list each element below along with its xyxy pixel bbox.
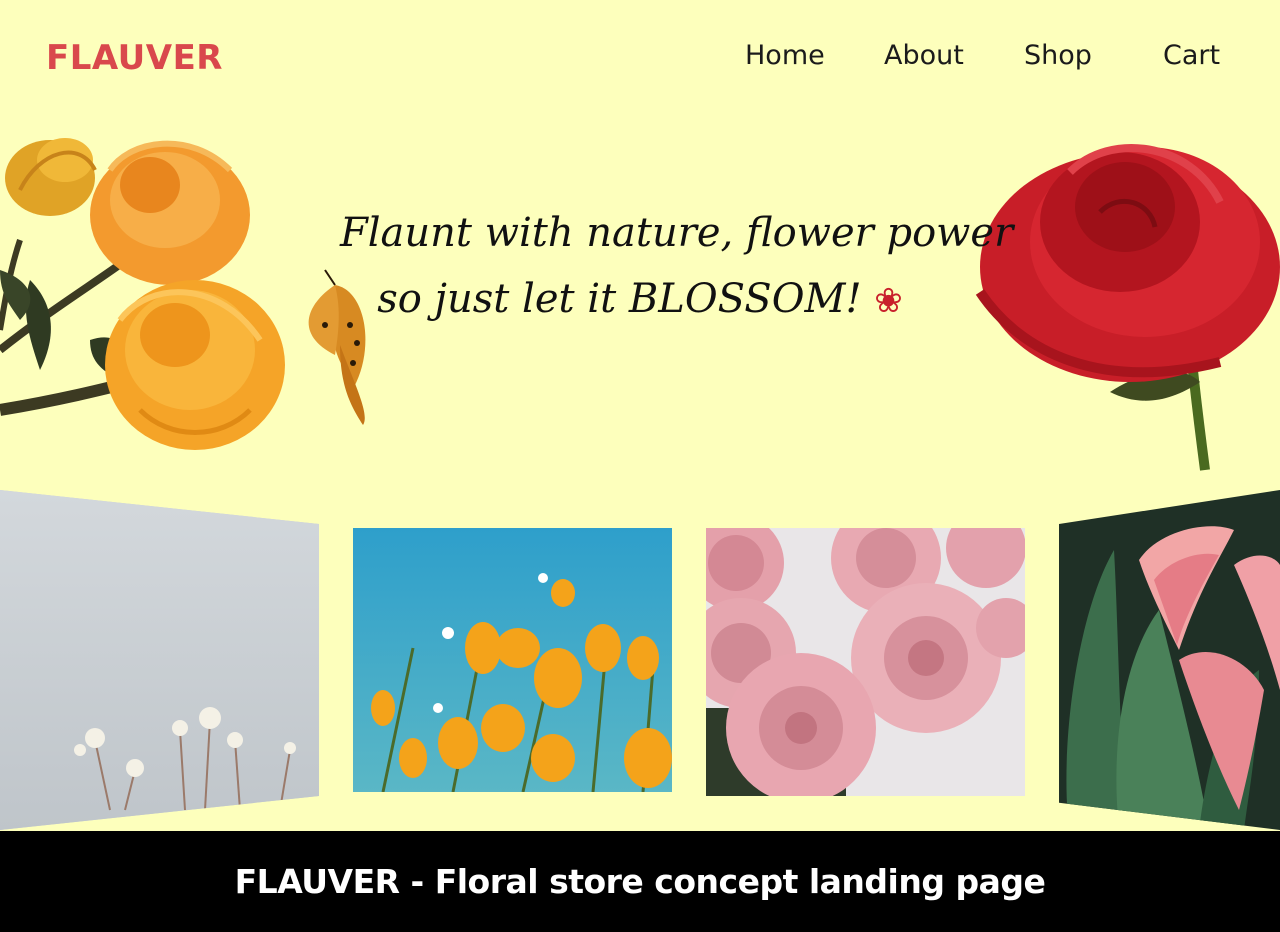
tagline-line-1: Flaunt with nature, flower power <box>340 210 1014 256</box>
caption-bar: FLAUVER - Floral store concept landing p… <box>0 831 1280 932</box>
rose-bud-icon: ❀ <box>874 281 903 321</box>
nav-shop-link[interactable]: Shop <box>1024 40 1092 71</box>
tagline-line-2: so just let it BLOSSOM! <box>377 276 862 322</box>
hero-tagline: Flaunt with nature, flower power so just… <box>340 200 1014 334</box>
gallery-photo-yellow-poppies[interactable] <box>353 528 672 792</box>
main-nav: Home About Shop Cart <box>0 40 1280 76</box>
orange-flowers-image <box>0 138 366 450</box>
nav-about-link[interactable]: About <box>884 40 964 71</box>
nav-cart-link[interactable]: Cart <box>1163 40 1220 71</box>
gallery-photo-white-wildflowers[interactable] <box>0 490 319 830</box>
gallery-photo-pink-calla-lilies[interactable] <box>1059 490 1280 830</box>
gallery-photo-pink-roses[interactable] <box>706 528 1025 796</box>
red-rose-image <box>975 144 1280 471</box>
nav-home-link[interactable]: Home <box>745 40 825 71</box>
caption-text: FLAUVER - Floral store concept landing p… <box>234 862 1046 901</box>
